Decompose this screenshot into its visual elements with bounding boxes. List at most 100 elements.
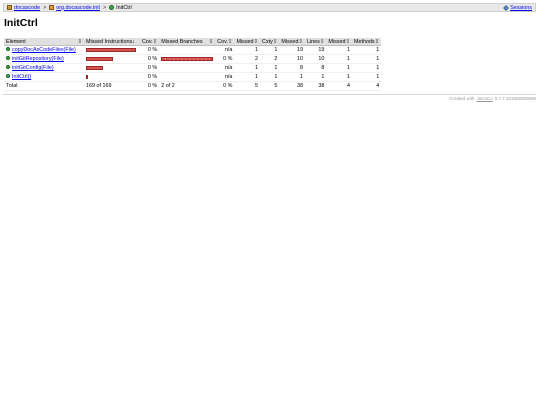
method-link[interactable]: InitCtrl() bbox=[12, 74, 31, 80]
missed-branches-bar-cell bbox=[159, 63, 216, 73]
total-methods: 4 bbox=[352, 81, 382, 91]
total-missed-methods: 4 bbox=[326, 81, 353, 91]
table-row: copyDocAsCodeFiles(File) 0 % n/a 1 1 19 19 1 1 bbox=[4, 45, 382, 55]
missed-instructions-bar-cell bbox=[84, 63, 140, 73]
missed-instructions-bar bbox=[86, 65, 103, 70]
header-missed-lines[interactable]: Missed⇕ bbox=[279, 38, 305, 46]
element-cell: copyDocAsCodeFiles(File) bbox=[4, 45, 84, 55]
page-title: InitCtrl bbox=[4, 17, 38, 29]
breadcrumb-item-current: InitCtrl bbox=[109, 5, 132, 11]
breadcrumb-link-package[interactable]: org.docascode.init bbox=[56, 5, 100, 11]
class-icon bbox=[109, 5, 115, 10]
method-icon bbox=[6, 56, 10, 60]
breadcrumb-separator: > bbox=[103, 4, 107, 11]
method-link[interactable]: initGitRepository(File) bbox=[12, 56, 64, 62]
sessions-link-wrap[interactable]: Sessions bbox=[503, 4, 532, 11]
breadcrumb-current-label: InitCtrl bbox=[116, 4, 132, 11]
method-icon bbox=[6, 47, 10, 51]
total-missed-lines: 38 bbox=[279, 81, 305, 91]
element-cell: initGitRepository(File) bbox=[4, 54, 84, 64]
method-icon bbox=[6, 74, 10, 78]
lines: 8 bbox=[304, 63, 327, 73]
missed-lines: 19 bbox=[279, 45, 305, 55]
cov-branches: 0 % bbox=[215, 54, 235, 64]
header-methods[interactable]: Methods⇕ bbox=[352, 38, 382, 46]
missed-methods: 1 bbox=[326, 72, 353, 82]
missed-lines: 10 bbox=[279, 54, 305, 64]
missed-cxty: 1 bbox=[234, 45, 261, 55]
footer: Created with JaCoCo 0.7.7.201606060606 bbox=[449, 96, 536, 101]
missed-branches-bar-cell bbox=[159, 72, 216, 82]
footer-prefix: Created with bbox=[449, 96, 475, 101]
missed-instructions-bar bbox=[86, 74, 88, 79]
method-link[interactable]: copyDocAsCodeFiles(File) bbox=[12, 47, 76, 53]
cxty: 1 bbox=[260, 63, 280, 73]
cxty: 1 bbox=[260, 72, 280, 82]
cov-branches: n/a bbox=[215, 72, 235, 82]
header-cov-instructions[interactable]: Cov.⇕ bbox=[140, 38, 160, 46]
cov-instructions: 0 % bbox=[140, 63, 160, 73]
total-lines: 38 bbox=[304, 81, 327, 91]
header-lines[interactable]: Lines⇕ bbox=[304, 38, 327, 46]
sessions-link[interactable]: Sessions bbox=[510, 5, 532, 11]
cxty: 2 bbox=[260, 54, 280, 64]
lines: 1 bbox=[304, 72, 327, 82]
header-cov-branches[interactable]: Cov.⇕ bbox=[215, 38, 235, 46]
missed-instructions-bar-cell bbox=[84, 72, 140, 82]
breadcrumb-item-package[interactable]: org.docascode.init bbox=[49, 5, 100, 11]
cov-branches: n/a bbox=[215, 45, 235, 55]
missed-cxty: 1 bbox=[234, 72, 261, 82]
cov-branches: n/a bbox=[215, 63, 235, 73]
total-branches: 2 of 2 bbox=[159, 81, 216, 91]
methods: 1 bbox=[352, 45, 382, 55]
missed-instructions-bar bbox=[86, 56, 113, 61]
footer-jacoco-link[interactable]: JaCoCo bbox=[476, 96, 492, 101]
breadcrumb: docascode > org.docascode.init > InitCtr… bbox=[3, 3, 536, 12]
missed-methods: 1 bbox=[326, 63, 353, 73]
breadcrumb-separator: > bbox=[43, 4, 47, 11]
header-missed-instructions[interactable]: Missed Instructions↓ bbox=[84, 38, 140, 46]
footer-divider bbox=[3, 94, 536, 95]
missed-methods: 1 bbox=[326, 54, 353, 64]
missed-instructions-bar-cell bbox=[84, 54, 140, 64]
cov-instructions: 0 % bbox=[140, 54, 160, 64]
header-missed-cxty[interactable]: Missed⇕ bbox=[234, 38, 261, 46]
cov-instructions: 0 % bbox=[140, 45, 160, 55]
total-missed-cxty: 5 bbox=[234, 81, 261, 91]
missed-branches-bar-cell bbox=[159, 54, 216, 64]
missed-branches-bar bbox=[161, 56, 214, 61]
total-label: Total bbox=[4, 81, 84, 91]
method-icon bbox=[6, 65, 10, 69]
breadcrumb-item-report[interactable]: docascode bbox=[7, 5, 40, 11]
missed-cxty: 1 bbox=[234, 63, 261, 73]
missed-instructions-bar bbox=[86, 47, 136, 52]
total-cov-branches: 0 % bbox=[215, 81, 235, 91]
table-row: initGitRepository(File) 0 % 0 % 2 2 10 10 1 1 bbox=[4, 54, 382, 64]
missed-lines: 1 bbox=[279, 72, 305, 82]
header-missed-methods[interactable]: Missed⇕ bbox=[326, 38, 353, 46]
table-total-row: Total 169 of 169 0 % 2 of 2 0 % 5 5 38 3… bbox=[4, 81, 382, 91]
report-icon bbox=[7, 5, 12, 10]
missed-lines: 8 bbox=[279, 63, 305, 73]
package-icon bbox=[49, 5, 55, 10]
coverage-table: Element ⇕ Missed Instructions↓ Cov.⇕ Miss… bbox=[4, 38, 382, 91]
footer-version: 0.7.7.201606060606 bbox=[494, 96, 536, 101]
cov-instructions: 0 % bbox=[140, 72, 160, 82]
header-missed-branches[interactable]: Missed Branches ⇕ bbox=[159, 38, 216, 46]
table-row: initGitConfig(File) 0 % n/a 1 1 8 8 1 1 bbox=[4, 63, 382, 73]
methods: 1 bbox=[352, 63, 382, 73]
element-cell: InitCtrl() bbox=[4, 72, 84, 82]
cxty: 1 bbox=[260, 45, 280, 55]
missed-cxty: 2 bbox=[234, 54, 261, 64]
breadcrumb-link-report[interactable]: docascode bbox=[14, 5, 40, 11]
missed-branches-bar-cell bbox=[159, 45, 216, 55]
table-row: InitCtrl() 0 % n/a 1 1 1 1 1 1 bbox=[4, 72, 382, 82]
total-cov-instructions: 0 % bbox=[140, 81, 160, 91]
header-cxty[interactable]: Cxty⇕ bbox=[260, 38, 280, 46]
method-link[interactable]: initGitConfig(File) bbox=[12, 65, 54, 71]
sessions-icon bbox=[503, 4, 509, 11]
methods: 1 bbox=[352, 72, 382, 82]
missed-instructions-bar-cell bbox=[84, 45, 140, 55]
total-cxty: 5 bbox=[260, 81, 280, 91]
header-element[interactable]: Element ⇕ bbox=[4, 38, 84, 46]
